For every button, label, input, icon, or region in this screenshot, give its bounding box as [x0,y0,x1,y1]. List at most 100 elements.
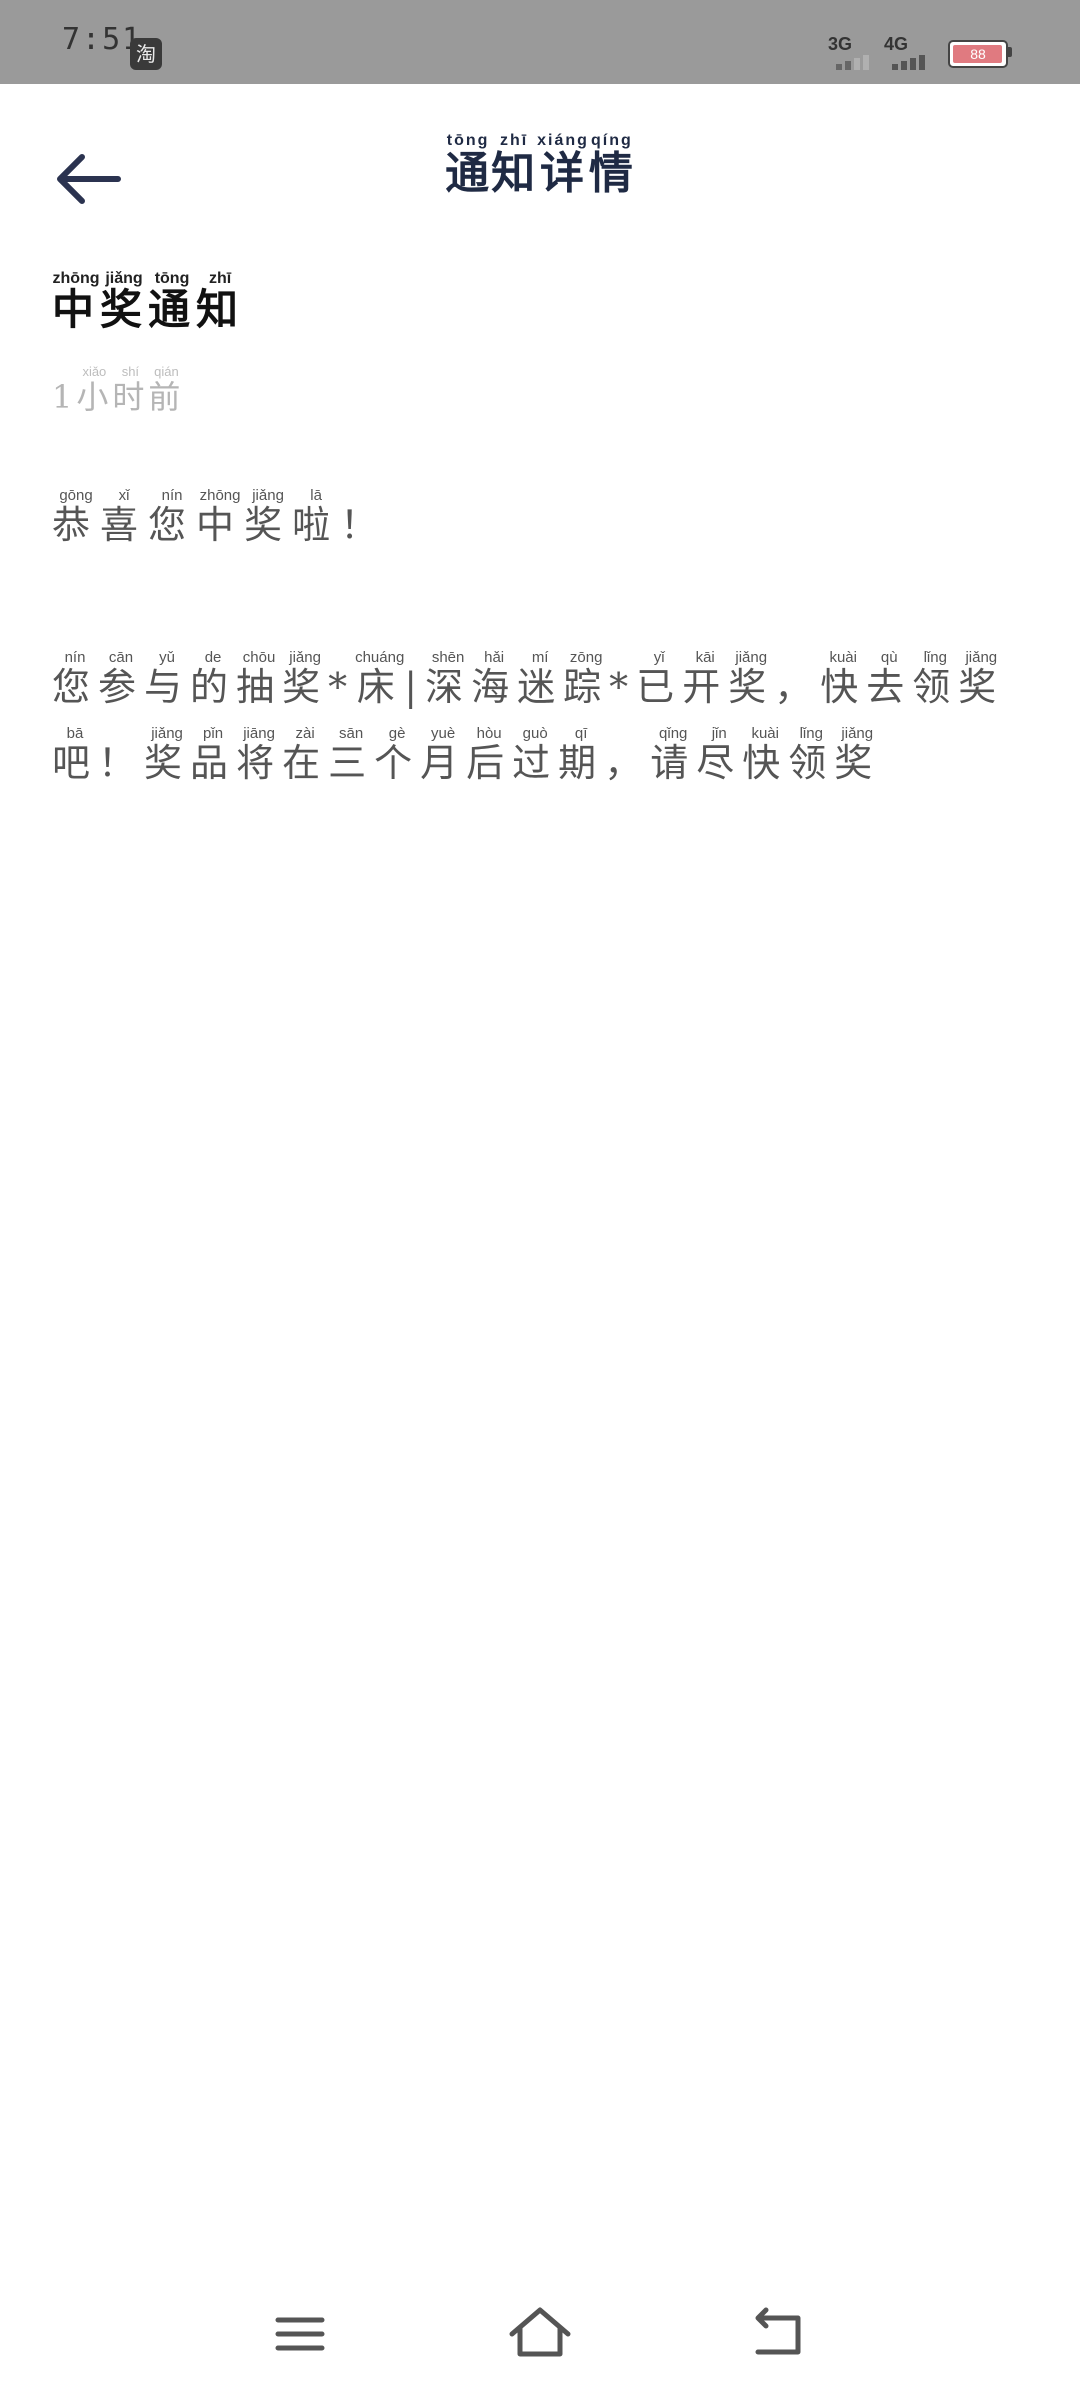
pinyin-annotation: cān [98,649,145,666]
pinyin-annotation: zhōng [196,487,245,504]
body-char: 奖jiǎng [282,649,329,709]
greeting-char: 啦lā [292,487,341,547]
body-char: 在zài [282,725,329,785]
body-char: 深shēn [425,649,472,709]
taobao-app-icon: 淘 [130,38,162,70]
pinyin-annotation: jiǎng [728,649,775,666]
body-char: * [609,665,637,709]
body-char: 领lǐng [788,725,835,785]
body-char: 的de [190,649,237,709]
body-char: 去qù [866,649,913,709]
body-char: 吧bā [52,725,99,785]
body-char: 奖jiǎng [144,725,191,785]
pinyin-annotation: jǐn [696,725,743,742]
pinyin-annotation: qián [148,364,185,379]
pinyin-annotation: qù [866,649,913,666]
body-char: 后hòu [466,725,513,785]
body-char: 快kuài [820,649,867,709]
header: 通tōng知zhī详xiáng情qíng [0,84,1080,254]
battery-icon: 88 [948,40,1008,68]
pinyin-annotation: nín [52,649,99,666]
body-char: * [328,665,356,709]
body-char: 期qī [558,725,605,785]
pinyin-annotation: kuài [742,725,789,742]
body-char: ！ [98,741,145,785]
timestamp-char: 时shí [112,364,149,416]
body-char: 参cān [98,649,145,709]
body-char: 奖jiǎng [834,725,881,785]
title-char: 情qíng [588,132,635,199]
pinyin-annotation: lā [292,487,341,504]
body-char: 三sān [328,725,375,785]
pinyin-annotation: jiǎng [100,270,149,287]
pinyin-annotation: guò [512,725,559,742]
pinyin-annotation: jiǎng [244,487,293,504]
pinyin-annotation: xiǎo [76,364,113,379]
signal-3g-icon: 3G [828,34,888,74]
pinyin-annotation: jiǎng [834,725,881,742]
body-char: 您nín [52,649,99,709]
title-char: 知zhī [491,132,538,199]
pinyin-annotation: zài [282,725,329,742]
body-char: 踪zōng [563,649,610,709]
notice-heading: 中zhōng奖jiǎng通tōng知zhī [52,270,1032,337]
greeting-char: 恭gōng [52,487,101,547]
pinyin-annotation: hòu [466,725,513,742]
pinyin-annotation: shí [112,364,149,379]
pinyin-annotation: chōu [236,649,283,666]
page-title: 通tōng知zhī详xiáng情qíng [0,132,1080,201]
battery-tip [1008,47,1012,57]
body-char: ， [774,665,821,709]
pinyin-annotation: qī [558,725,605,742]
pinyin-annotation: chuáng [355,649,405,666]
title-char: 通tōng [445,132,492,199]
menu-icon [275,2317,325,2351]
pinyin-annotation: kuài [820,649,867,666]
back-nav-button[interactable] [740,2298,820,2368]
body-char: 抽chōu [236,649,283,709]
body-char: 尽jǐn [696,725,743,785]
pinyin-annotation: bā [52,725,98,742]
pinyin-annotation: pǐn [190,725,237,742]
pinyin-annotation: zhī [491,132,538,149]
body-char: 迷mí [517,649,564,709]
pinyin-annotation: yǔ [144,649,191,666]
pinyin-annotation: tōng [148,270,197,287]
battery-level: 88 [970,46,986,62]
system-nav-bar [0,2290,1080,2380]
body-char: | [404,665,426,709]
greeting-char: 喜xǐ [100,487,149,547]
body-char: 奖jiǎng [958,649,1005,709]
body-char: ， [604,741,651,785]
greeting-char: 您nín [148,487,197,547]
body-char: 快kuài [742,725,789,785]
page-title-text: 通tōng知zhī详xiáng情qíng [445,132,635,199]
pinyin-annotation: nín [148,487,197,504]
pinyin-annotation: lǐng [788,725,835,742]
body-char: 请qǐng [650,725,697,785]
menu-button[interactable] [260,2298,340,2368]
body-char: 品pǐn [190,725,237,785]
home-button[interactable] [500,2298,580,2368]
body-char: 个gè [374,725,421,785]
signal-4g-icon: 4G [884,34,944,74]
pinyin-annotation: qǐng [650,725,697,742]
pinyin-annotation: jiǎng [282,649,329,666]
pinyin-annotation: lǐng [912,649,959,666]
pinyin-annotation: xǐ [100,487,149,504]
body-char: 已yǐ [636,649,683,709]
status-bar: 7:51 淘 3G 4G 88 [0,0,1080,84]
pinyin-annotation: zōng [563,649,610,666]
body-char: 开kāi [682,649,729,709]
pinyin-annotation: xiáng [537,132,589,149]
pinyin-annotation: shēn [425,649,472,666]
heading-char: 知zhī [196,270,245,334]
timestamp-char: 小xiǎo [76,364,113,416]
heading-char: 通tōng [148,270,197,334]
pinyin-annotation: qíng [588,132,635,149]
pinyin-annotation: zhōng [52,270,100,287]
greeting-char: 奖jiǎng [244,487,293,547]
notice-timestamp: 1小xiǎo时shí前qián [52,364,1032,418]
timestamp-char: 前qián [148,364,185,416]
greeting-char: ！ [340,503,389,547]
